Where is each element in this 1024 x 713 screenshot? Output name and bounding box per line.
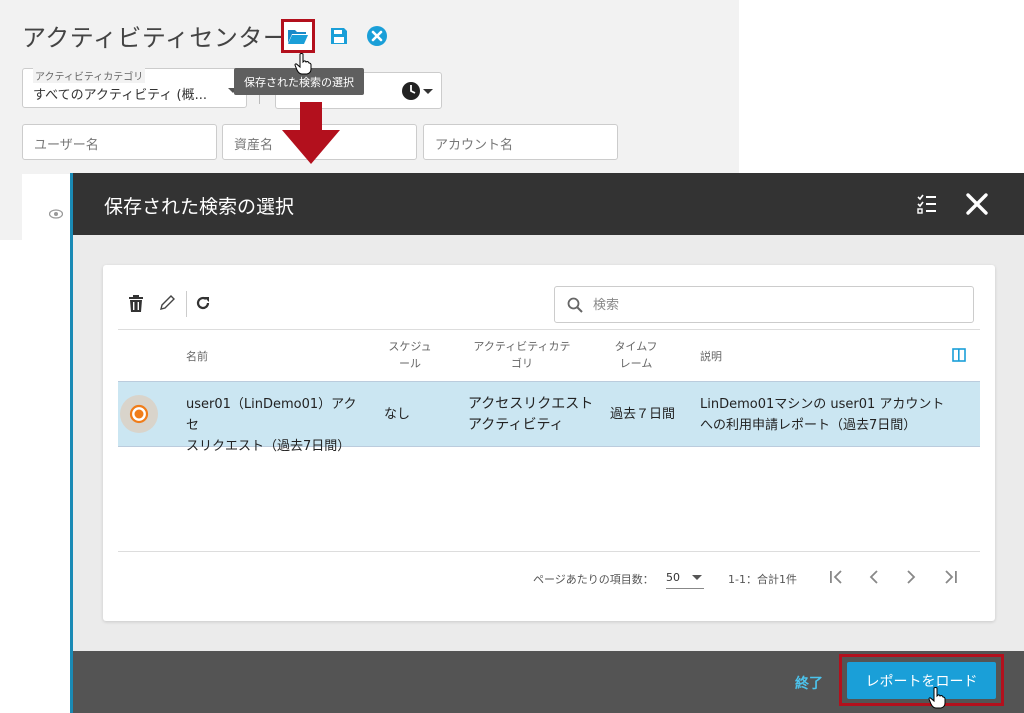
load-report-button[interactable]: レポートをロード	[847, 662, 996, 699]
hand-cursor-icon	[294, 53, 312, 75]
first-page-icon[interactable]	[828, 570, 844, 584]
column-header-category[interactable]: アクティビティカテ ゴリ	[464, 338, 580, 372]
search-input[interactable]	[593, 293, 963, 317]
cell-schedule: なし	[384, 407, 411, 422]
per-page-value: 50	[666, 571, 680, 584]
trash-icon[interactable]	[128, 295, 144, 313]
saved-search-panel: 名前 スケジュール アクティビティカテゴリ タイムフレーム 説明	[103, 265, 995, 621]
per-page-label: ページあたりの項目数：	[533, 573, 654, 586]
arrow-down-icon	[282, 102, 340, 164]
chevron-left-icon[interactable]	[868, 570, 880, 584]
modal-header: 保存された検索の選択	[73, 173, 1024, 235]
cell-description: LinDemo01マシンの user01 アカウント への利用申請レポート（過去7…	[700, 397, 945, 433]
pager-divider	[118, 551, 980, 552]
per-page-select[interactable]: 50	[666, 569, 704, 589]
table-row[interactable]: user01（LinDemo01）アクセ スリクエスト（過去7日間） なし アクセ…	[118, 381, 980, 454]
toolbar-divider	[186, 291, 187, 317]
column-header-schedule[interactable]: スケジュ ール	[380, 338, 440, 372]
column-header-name[interactable]: 名前	[186, 348, 208, 365]
column-header-timeframe[interactable]: タイムフ レーム	[604, 338, 668, 372]
activity-category-select[interactable]: アクティビティカテゴリ すべてのアクティビティ (概...	[22, 68, 247, 108]
search-icon	[567, 297, 583, 313]
column-header-description[interactable]: 説明	[700, 348, 722, 365]
columns-icon[interactable]	[952, 348, 966, 362]
cell-timeframe: 過去７日間	[610, 407, 676, 422]
cancel-button[interactable]: 終了	[795, 673, 823, 693]
last-page-icon[interactable]	[943, 570, 959, 584]
chevron-down-icon	[692, 575, 702, 580]
checklist-icon[interactable]	[916, 193, 938, 215]
cell-category: アクセスリクエスト アクティビティ	[468, 396, 594, 433]
folder-open-icon	[288, 30, 308, 44]
radio-selected-icon	[129, 404, 149, 424]
saved-search-modal: 保存された検索の選択 検索 名前 スケジュ ール アクティビティカテ ゴリ タイ…	[70, 173, 1024, 713]
modal-footer: 終了 レポートをロード	[73, 651, 1024, 713]
eye-icon	[49, 209, 63, 219]
hand-cursor-icon	[928, 687, 946, 709]
table-header: 名前 スケジュ ール アクティビティカテ ゴリ タイムフ レーム 説明	[118, 329, 980, 381]
activity-category-label: アクティビティカテゴリ	[33, 68, 146, 83]
page-title: アクティビティセンター	[22, 24, 288, 52]
clear-search-button[interactable]	[360, 19, 394, 53]
modal-title: 保存された検索の選択	[104, 196, 295, 218]
activity-category-value: すべてのアクティビティ (概...	[33, 88, 207, 103]
open-saved-search-button[interactable]	[281, 19, 315, 53]
close-icon[interactable]	[965, 192, 989, 216]
row-radio[interactable]	[120, 395, 158, 433]
pencil-icon[interactable]	[159, 295, 175, 311]
save-search-button[interactable]	[322, 19, 356, 53]
results-card	[22, 174, 72, 240]
chevron-right-icon[interactable]	[905, 570, 917, 584]
chevron-down-icon	[423, 89, 433, 94]
search-box	[554, 286, 974, 323]
cell-name: user01（LinDemo01）アクセ スリクエスト（過去7日間）	[186, 397, 357, 454]
account-name-field[interactable]: アカウント名	[423, 124, 618, 160]
save-icon	[331, 28, 347, 44]
close-circle-icon	[367, 26, 387, 46]
refresh-icon[interactable]	[195, 295, 211, 311]
clock-icon	[402, 82, 420, 100]
user-name-field[interactable]: ユーザー名	[22, 124, 217, 160]
pager-range: 1-1：合計1件	[728, 573, 797, 586]
